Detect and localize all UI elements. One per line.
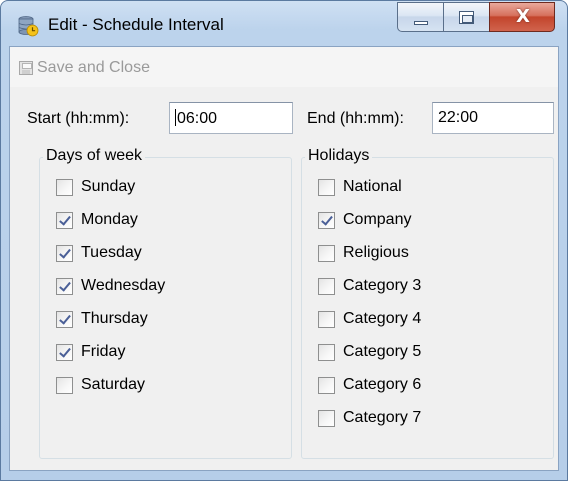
edit-schedule-interval-window: Edit - Schedule Interval X Save and Clos… <box>0 0 568 481</box>
window-title: Edit - Schedule Interval <box>48 15 224 34</box>
start-time-field[interactable]: 06:00 <box>169 102 293 134</box>
checkbox-category-6[interactable]: Category 6 <box>318 376 421 394</box>
title-bar[interactable]: Edit - Schedule Interval X <box>1 1 567 45</box>
end-time-field[interactable]: 22:00 <box>432 102 554 134</box>
checkbox-label: Category 4 <box>343 310 422 327</box>
checkbox-label: Category 3 <box>343 277 422 294</box>
checkbox-saturday[interactable]: Saturday <box>56 376 145 394</box>
checkbox-unchecked-icon[interactable] <box>318 343 335 361</box>
checkbox-label: Monday <box>81 211 138 228</box>
minimize-icon <box>414 21 428 25</box>
start-time-value: 06:00 <box>177 110 218 127</box>
checkbox-national[interactable]: National <box>318 178 402 196</box>
checkbox-company[interactable]: Company <box>318 211 411 229</box>
checkbox-label: Category 6 <box>343 376 422 393</box>
toolbar: Save and Close <box>10 47 558 87</box>
checkbox-category-4[interactable]: Category 4 <box>318 310 421 328</box>
checkbox-label: Wednesday <box>81 277 166 294</box>
close-icon: X <box>516 6 530 27</box>
checkbox-unchecked-icon[interactable] <box>318 277 335 295</box>
text-caret <box>175 109 176 126</box>
checkbox-label: Category 5 <box>343 343 422 360</box>
checkbox-unchecked-icon[interactable] <box>318 310 335 328</box>
checkbox-thursday[interactable]: Thursday <box>56 310 148 328</box>
checkbox-label: Company <box>343 211 412 228</box>
checkbox-label: Religious <box>343 244 409 261</box>
save-disk-icon <box>19 61 33 75</box>
checkbox-religious[interactable]: Religious <box>318 244 409 262</box>
checkbox-label: Saturday <box>81 376 146 393</box>
end-time-value: 22:00 <box>438 109 479 126</box>
checkbox-label: Thursday <box>81 310 148 327</box>
checkbox-label: Sunday <box>81 178 136 195</box>
end-time-label: End (hh:mm): <box>307 110 404 127</box>
checkbox-checked-icon[interactable] <box>56 310 73 328</box>
checkbox-unchecked-icon[interactable] <box>318 376 335 394</box>
checkbox-unchecked-icon[interactable] <box>56 376 73 394</box>
checkbox-sunday[interactable]: Sunday <box>56 178 135 196</box>
checkbox-unchecked-icon[interactable] <box>318 409 335 427</box>
start-time-label: Start (hh:mm): <box>27 110 130 127</box>
checkbox-unchecked-icon[interactable] <box>318 244 335 262</box>
checkbox-category-7[interactable]: Category 7 <box>318 409 421 427</box>
checkbox-checked-icon[interactable] <box>56 244 73 262</box>
checkbox-monday[interactable]: Monday <box>56 211 138 229</box>
checkbox-unchecked-icon[interactable] <box>318 178 335 196</box>
save-and-close-label: Save and Close <box>37 59 150 76</box>
close-button[interactable]: X <box>489 2 555 32</box>
checkbox-label: National <box>343 178 402 195</box>
checkbox-label: Friday <box>81 343 126 360</box>
checkbox-checked-icon[interactable] <box>56 343 73 361</box>
days-of-week-group <box>39 157 292 459</box>
checkbox-unchecked-icon[interactable] <box>56 178 73 196</box>
dialog-client-area: Save and Close Start (hh:mm): 06:00 End … <box>9 46 559 471</box>
checkbox-label: Category 7 <box>343 409 422 426</box>
holidays-title: Holidays <box>305 147 373 165</box>
checkbox-category-5[interactable]: Category 5 <box>318 343 421 361</box>
maximize-button[interactable] <box>443 2 489 32</box>
form-body: Start (hh:mm): 06:00 End (hh:mm): 22:00 … <box>10 87 558 470</box>
database-schedule-icon <box>18 16 39 37</box>
checkbox-checked-icon[interactable] <box>318 211 335 229</box>
save-and-close-button[interactable]: Save and Close <box>19 59 150 77</box>
checkbox-checked-icon[interactable] <box>56 211 73 229</box>
checkbox-wednesday[interactable]: Wednesday <box>56 277 165 295</box>
minimize-button[interactable] <box>397 2 443 32</box>
checkbox-tuesday[interactable]: Tuesday <box>56 244 142 262</box>
checkbox-category-3[interactable]: Category 3 <box>318 277 421 295</box>
days-of-week-title: Days of week <box>43 147 146 165</box>
window-controls: X <box>397 2 557 32</box>
checkbox-checked-icon[interactable] <box>56 277 73 295</box>
checkbox-label: Tuesday <box>81 244 142 261</box>
maximize-icon <box>459 11 474 24</box>
checkbox-friday[interactable]: Friday <box>56 343 125 361</box>
